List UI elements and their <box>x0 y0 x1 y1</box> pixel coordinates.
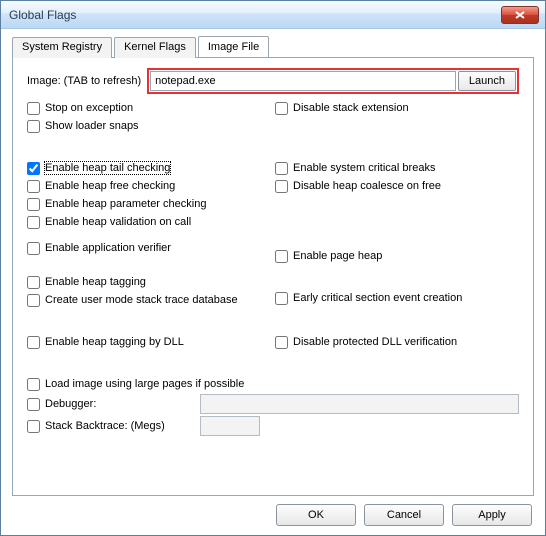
lbl-disable-protected-dll: Disable protected DLL verification <box>293 336 457 348</box>
debugger-input[interactable] <box>200 394 519 414</box>
cancel-button[interactable]: Cancel <box>364 504 444 526</box>
chk-heap-param[interactable] <box>27 198 40 211</box>
lbl-usermode-stack: Create user mode stack trace database <box>45 294 238 306</box>
chk-heap-tagging[interactable] <box>27 276 40 289</box>
stack-backtrace-input[interactable] <box>200 416 260 436</box>
apply-button[interactable]: Apply <box>452 504 532 526</box>
lbl-heap-tagging: Enable heap tagging <box>45 276 146 288</box>
chk-early-critical[interactable] <box>275 292 288 305</box>
lbl-heap-tail: Enable heap tail checking <box>45 162 170 174</box>
tabstrip: System Registry Kernel Flags Image File <box>12 36 534 58</box>
chk-heap-tail[interactable] <box>27 162 40 175</box>
chk-heap-free[interactable] <box>27 180 40 193</box>
chk-disable-stack-extension[interactable] <box>275 102 288 115</box>
close-icon <box>515 11 525 19</box>
chk-heap-coalesce[interactable] <box>275 180 288 193</box>
lbl-heap-validation: Enable heap validation on call <box>45 216 191 228</box>
chk-app-verifier[interactable] <box>27 242 40 255</box>
titlebar: Global Flags <box>1 1 545 29</box>
lbl-heap-param: Enable heap parameter checking <box>45 198 206 210</box>
chk-large-pages[interactable] <box>27 378 40 391</box>
lbl-page-heap: Enable page heap <box>293 250 382 262</box>
chk-show-loader-snaps[interactable] <box>27 120 40 133</box>
tab-system-registry[interactable]: System Registry <box>12 37 112 58</box>
chk-stack-backtrace[interactable] <box>27 420 40 433</box>
tab-panel: Image: (TAB to refresh) Launch Stop on e… <box>12 58 534 496</box>
lbl-large-pages: Load image using large pages if possible <box>45 378 244 390</box>
lbl-heap-free: Enable heap free checking <box>45 180 175 192</box>
lbl-stack-backtrace: Stack Backtrace: (Megs) <box>45 420 195 432</box>
lbl-show-loader-snaps: Show loader snaps <box>45 120 139 132</box>
lbl-debugger: Debugger: <box>45 398 195 410</box>
client-area: System Registry Kernel Flags Image File … <box>2 30 544 534</box>
chk-usermode-stack[interactable] <box>27 294 40 307</box>
lbl-disable-stack-extension: Disable stack extension <box>293 102 409 114</box>
launch-button[interactable]: Launch <box>458 71 516 91</box>
tab-kernel-flags[interactable]: Kernel Flags <box>114 37 196 58</box>
lbl-system-critical: Enable system critical breaks <box>293 162 435 174</box>
chk-heap-validation[interactable] <box>27 216 40 229</box>
lbl-heap-tagging-dll: Enable heap tagging by DLL <box>45 336 184 348</box>
lbl-stop-on-exception: Stop on exception <box>45 102 133 114</box>
chk-debugger[interactable] <box>27 398 40 411</box>
ok-button[interactable]: OK <box>276 504 356 526</box>
image-label: Image: (TAB to refresh) <box>27 75 141 87</box>
lbl-app-verifier: Enable application verifier <box>45 242 171 254</box>
chk-heap-tagging-dll[interactable] <box>27 336 40 349</box>
image-input[interactable] <box>150 71 456 91</box>
lbl-early-critical: Early critical section event creation <box>293 292 462 304</box>
chk-page-heap[interactable] <box>275 250 288 263</box>
window-title: Global Flags <box>7 8 501 22</box>
chk-system-critical[interactable] <box>275 162 288 175</box>
image-input-highlight: Launch <box>147 68 519 94</box>
tab-image-file[interactable]: Image File <box>198 36 269 57</box>
close-button[interactable] <box>501 6 539 24</box>
dialog-buttons: OK Cancel Apply <box>276 504 532 526</box>
chk-disable-protected-dll[interactable] <box>275 336 288 349</box>
window: Global Flags System Registry Kernel Flag… <box>0 0 546 536</box>
chk-stop-on-exception[interactable] <box>27 102 40 115</box>
lbl-heap-coalesce: Disable heap coalesce on free <box>293 180 441 192</box>
